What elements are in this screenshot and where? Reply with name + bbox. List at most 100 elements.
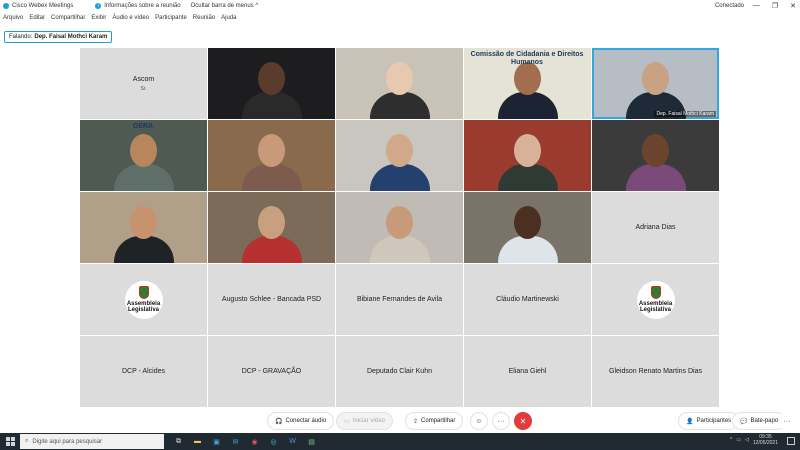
clock[interactable]: 09:35 12/05/2021 [753, 434, 778, 446]
menu-compartilhar[interactable]: Compartilhar [51, 15, 85, 21]
windows-start-icon[interactable] [6, 437, 15, 446]
participant-tile[interactable] [464, 192, 591, 263]
word-icon[interactable]: W [286, 435, 299, 448]
taskbar-apps: ⧉ ▬ ▣ ✉ ◉ ◎ W ▤ [172, 435, 318, 448]
participant-tile[interactable]: Comissão de Cidadania e Direitos Humanos [464, 48, 591, 119]
participant-tile[interactable] [80, 192, 207, 263]
participant-name-wrap: Eliana Giehl [509, 368, 547, 375]
start-video-button[interactable]: ▭ Iniciar vídeo [336, 412, 394, 430]
participant-tile[interactable] [336, 120, 463, 191]
participant-name-wrap: Bibiane Fernandes de Avila [357, 296, 442, 303]
menu-editar[interactable]: Editar [29, 15, 45, 21]
participant-tile[interactable] [208, 48, 335, 119]
participant-tile[interactable] [464, 120, 591, 191]
taskbar-search-input[interactable]: ⌕ Digite aqui para pesquisar [20, 434, 164, 449]
menu-participante[interactable]: Participante [155, 15, 187, 21]
chat-bubble-icon: 💬 [740, 418, 748, 425]
participant-tile[interactable]: Assembleia Legislativa [592, 264, 719, 335]
meeting-controls: 🎧 Conectar áudio ▭ Iniciar vídeo ⇪ Compa… [0, 410, 800, 432]
participant-tile[interactable] [592, 120, 719, 191]
file-explorer-icon[interactable]: ▬ [191, 435, 204, 448]
participant-tile[interactable]: Cláudio Martinewski [464, 264, 591, 335]
reactions-button[interactable]: ☺ [470, 412, 488, 430]
menu-reuniao[interactable]: Reunião [193, 15, 215, 21]
logo-text: Legislativa [127, 307, 159, 313]
participant-video [370, 236, 430, 263]
meeting-info-link[interactable]: i Informações sobre a reunião [95, 3, 181, 9]
participant-tile[interactable]: Dep. Faisal Mothci Karam [592, 48, 719, 119]
participant-tile[interactable] [208, 192, 335, 263]
close-icon: ✕ [519, 416, 527, 426]
toolbar-more-button[interactable]: ··· [778, 412, 796, 430]
participant-face [642, 134, 669, 167]
participant-tile[interactable]: DCP - GRAVAÇÃO [208, 336, 335, 407]
participant-video [242, 236, 302, 263]
participant-name-wrap: DCP - GRAVAÇÃO [242, 368, 302, 375]
store-icon[interactable]: ▣ [210, 435, 223, 448]
participant-face [386, 62, 413, 95]
participant-tile[interactable]: Eliana Giehl [464, 336, 591, 407]
participant-tile[interactable]: Gleidson Renato Martins Dias [592, 336, 719, 407]
app-icon[interactable]: ▤ [305, 435, 318, 448]
participant-tile[interactable] [208, 120, 335, 191]
participant-tile[interactable]: Bibiane Fernandes de Avila [336, 264, 463, 335]
participant-tile[interactable] [336, 48, 463, 119]
participant-name: Ascom [132, 75, 155, 83]
participant-grid: Ascom Sr. Comissão de Cidadania e Direitos… [80, 48, 720, 408]
participant-video [498, 236, 558, 263]
menu-ajuda[interactable]: Ajuda [221, 15, 236, 21]
participant-face [258, 62, 285, 95]
hide-menu-bar-button[interactable]: Ocultar barra de menus ^ [191, 3, 259, 9]
participant-name: Cláudio Martinewski [496, 296, 559, 303]
minimize-button[interactable]: — [753, 2, 760, 10]
participant-name: Gleidson Renato Martins Dias [609, 368, 702, 375]
participant-name: Eliana Giehl [508, 368, 547, 375]
participant-face [514, 134, 541, 167]
close-button[interactable]: ✕ [790, 2, 796, 10]
participant-name: Augusto Schlee - Bancada PSD [221, 296, 322, 303]
restore-button[interactable]: ❐ [772, 2, 778, 10]
participant-tile[interactable]: Deputado Clair Kuhn [336, 336, 463, 407]
app-title: Cisco Webex Meetings [3, 3, 73, 9]
participant-tile[interactable]: Adriana Dias [592, 192, 719, 263]
participant-face [386, 206, 413, 239]
share-button[interactable]: ⇪ Compartilhar [405, 412, 464, 430]
participant-tile[interactable]: Augusto Schlee - Bancada PSD [208, 264, 335, 335]
network-icon[interactable]: ▭ [736, 437, 741, 443]
participant-video [370, 164, 430, 191]
webex-icon[interactable]: ◎ [267, 435, 280, 448]
participant-video [242, 92, 302, 119]
mail-icon[interactable]: ✉ [229, 435, 242, 448]
participant-tile[interactable]: Ascom Sr. [80, 48, 207, 119]
menu-audio-video[interactable]: Áudio e vídeo [112, 15, 149, 21]
participant-video [498, 92, 558, 119]
menu-arquivo[interactable]: Arquivo [3, 15, 23, 21]
participant-name: DCP - GRAVAÇÃO [241, 368, 302, 375]
assembleia-logo: Assembleia Legislativa [636, 280, 675, 319]
participant-video [114, 236, 174, 263]
participants-button[interactable]: 👤 Participantes [678, 412, 740, 430]
chrome-icon[interactable]: ◉ [248, 435, 261, 448]
volume-icon[interactable]: ◁ [745, 437, 749, 443]
participant-tile[interactable]: DCP - Alcides [80, 336, 207, 407]
person-icon: 👤 [686, 418, 694, 425]
window-controls: — ❐ ✕ [753, 2, 796, 10]
participant-name-overlay: Dep. Faisal Mothci Karam [654, 111, 716, 117]
more-options-button[interactable]: ··· [492, 412, 510, 430]
background-banner: GERA [132, 123, 154, 130]
leave-meeting-button[interactable]: ✕ [514, 412, 532, 430]
participant-face [130, 134, 157, 167]
connect-audio-button[interactable]: 🎧 Conectar áudio [267, 412, 335, 430]
participant-tile[interactable]: Assembleia Legislativa [80, 264, 207, 335]
participant-tile[interactable] [336, 192, 463, 263]
notifications-icon[interactable] [787, 437, 795, 445]
menu-exibir[interactable]: Exibir [91, 15, 106, 21]
participant-face [514, 206, 541, 239]
participant-tile[interactable]: GERA [80, 120, 207, 191]
chevron-up-icon[interactable]: ^ [730, 437, 732, 443]
coat-of-arms-icon [138, 286, 149, 299]
task-view-icon[interactable]: ⧉ [172, 435, 185, 448]
participant-video [498, 164, 558, 191]
participant-initials: Sr. [140, 85, 147, 92]
active-speaker-name: Dep. Faisal Mothci Karam [34, 34, 108, 40]
